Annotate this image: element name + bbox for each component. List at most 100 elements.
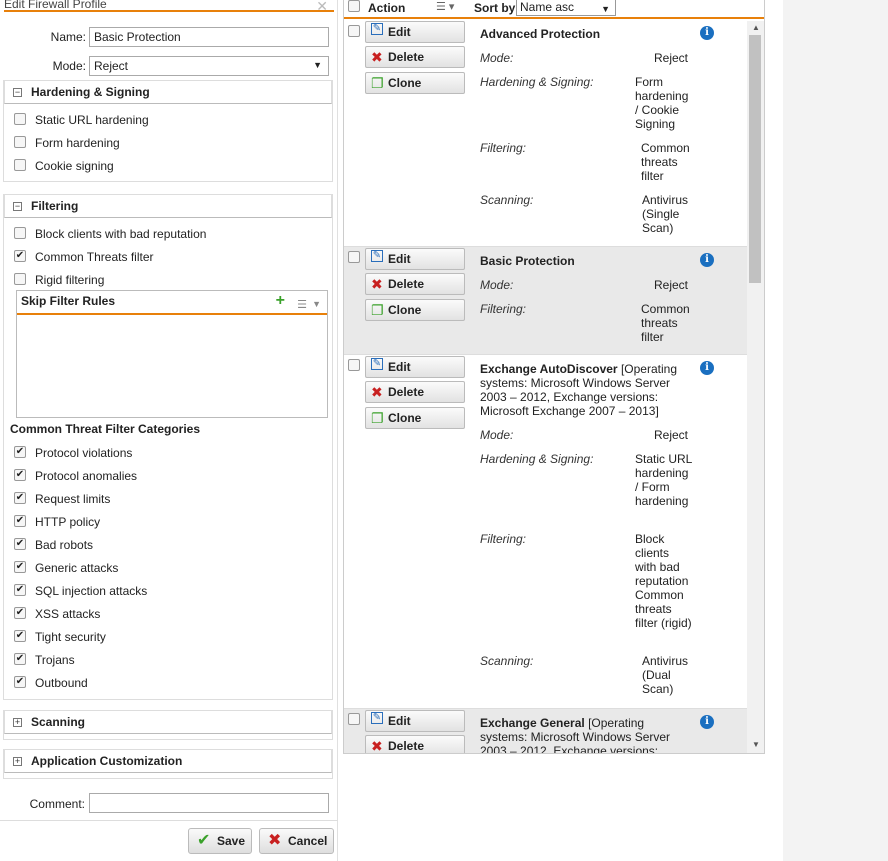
close-icon[interactable]: ✕ — [316, 0, 328, 16]
checkbox-label: SQL injection attacks — [35, 584, 148, 598]
prop-label: Scanning: — [480, 654, 534, 668]
delete-label: Delete — [388, 50, 425, 64]
checkbox-label: Form hardening — [35, 136, 120, 150]
checkbox-checked-icon[interactable]: ✔ — [14, 653, 26, 665]
scroll-thumb[interactable] — [749, 35, 761, 283]
list-icon[interactable]: ☰ ▾ — [436, 0, 454, 13]
list-icon[interactable]: ☰ — [297, 295, 307, 315]
checkbox-checked-icon[interactable]: ✔ — [14, 676, 26, 688]
clone-icon: ❐ — [371, 75, 384, 91]
checkbox-checked-icon[interactable]: ✔ — [14, 584, 26, 596]
action-column-header: Action — [368, 1, 406, 15]
app-customization-title: Application Customization — [31, 754, 183, 768]
cancel-button[interactable]: ✖ Cancel — [259, 828, 334, 854]
add-icon[interactable]: + — [276, 291, 285, 311]
checkbox-checked-icon[interactable]: ✔ — [14, 446, 26, 458]
categories-title: Common Threat Filter Categories — [10, 422, 201, 436]
firewall-profiles-grid: Action ☰ ▾ Sort by: Name asc ▼ ✎ Edit ✖ … — [343, 0, 765, 754]
mode-select[interactable]: Reject ▼ — [89, 56, 329, 76]
edit-label: Edit — [388, 360, 411, 374]
prop-value: Form hardening / Cookie Signing — [635, 75, 689, 131]
prop-label: Hardening & Signing: — [480, 452, 594, 466]
divider — [0, 820, 338, 821]
checkbox-checked-icon[interactable]: ✔ — [14, 250, 26, 262]
edit-label: Edit — [388, 25, 411, 39]
checkbox-checked-icon[interactable]: ✔ — [14, 607, 26, 619]
edit-icon: ✎ — [371, 358, 383, 370]
clone-button[interactable]: ❐ Clone — [365, 72, 465, 94]
edit-button[interactable]: ✎ Edit — [365, 248, 465, 270]
delete-button[interactable]: ✖ Delete — [365, 46, 465, 68]
clone-icon: ❐ — [371, 410, 384, 426]
skip-filter-rules-header: Skip Filter Rules + ☰ ▼ — [17, 291, 327, 315]
scroll-down-icon[interactable]: ▼ — [752, 740, 760, 749]
hardening-header[interactable]: − Hardening & Signing — [4, 80, 332, 104]
clone-button[interactable]: ❐ Clone — [365, 299, 465, 321]
grid-body: ✎ Edit ✖ Delete ❐ Clone Advanced Protect… — [344, 21, 747, 753]
edit-button[interactable]: ✎ Edit — [365, 710, 465, 732]
clone-icon: ❐ — [371, 302, 384, 318]
row-checkbox[interactable] — [348, 713, 360, 725]
info-icon[interactable]: i — [700, 361, 714, 375]
profile-name[interactable]: Advanced Protection — [480, 27, 700, 41]
edit-button[interactable]: ✎ Edit — [365, 21, 465, 43]
profile-name-block[interactable]: Exchange General [Operating systems: Mic… — [480, 716, 690, 753]
row-checkbox[interactable] — [348, 25, 360, 37]
save-button[interactable]: ✔ Save — [188, 828, 252, 854]
profile-name: Exchange AutoDiscover — [480, 362, 618, 376]
prop-value: Antivirus (Dual Scan) — [642, 654, 689, 696]
checkbox-icon[interactable] — [14, 136, 26, 148]
sort-select[interactable]: Name asc ▼ — [516, 0, 616, 16]
profile-name[interactable]: Basic Protection — [480, 254, 700, 268]
info-icon[interactable]: i — [700, 253, 714, 267]
grid-scrollbar[interactable]: ▲ ▼ — [747, 21, 764, 753]
select-all-checkbox[interactable] — [348, 0, 360, 12]
checkbox-checked-icon[interactable]: ✔ — [14, 515, 26, 527]
collapse-icon[interactable]: − — [13, 88, 22, 97]
chevron-down-icon[interactable]: ▼ — [312, 294, 321, 314]
row-checkbox[interactable] — [348, 251, 360, 263]
scroll-up-icon[interactable]: ▲ — [752, 23, 760, 32]
checkbox-icon[interactable] — [14, 159, 26, 171]
sort-by-label: Sort by: — [474, 1, 520, 15]
row-checkbox[interactable] — [348, 359, 360, 371]
filtering-header[interactable]: − Filtering — [4, 194, 332, 218]
app-customization-fieldset: + Application Customization — [3, 749, 333, 779]
expand-icon[interactable]: + — [13, 718, 22, 727]
name-label: Name: — [50, 30, 86, 44]
checkbox-icon[interactable] — [14, 113, 26, 125]
prop-label: Scanning: — [480, 193, 534, 207]
prop-value: Block clients with bad reputation Common… — [635, 532, 692, 630]
scanning-header[interactable]: + Scanning — [4, 710, 332, 734]
checkbox-checked-icon[interactable]: ✔ — [14, 538, 26, 550]
sort-value: Name asc — [520, 0, 575, 14]
delete-label: Delete — [388, 385, 425, 399]
filtering-fieldset: − Filtering Block clients with bad reput… — [3, 194, 333, 700]
checkbox-checked-icon[interactable]: ✔ — [14, 630, 26, 642]
clone-button[interactable]: ❐ Clone — [365, 407, 465, 429]
checkbox-checked-icon[interactable]: ✔ — [14, 492, 26, 504]
info-icon[interactable]: i — [700, 26, 714, 40]
app-customization-header[interactable]: + Application Customization — [4, 749, 332, 773]
dropdown-arrow-icon: ▼ — [313, 60, 322, 70]
edit-button[interactable]: ✎ Edit — [365, 356, 465, 378]
delete-icon: ✖ — [371, 384, 383, 400]
checkbox-label: Static URL hardening — [35, 113, 149, 127]
delete-button[interactable]: ✖ Delete — [365, 381, 465, 403]
expand-icon[interactable]: + — [13, 757, 22, 766]
delete-button[interactable]: ✖ Delete — [365, 735, 465, 753]
info-icon[interactable]: i — [700, 715, 714, 729]
collapse-icon[interactable]: − — [13, 202, 22, 211]
checkbox-icon[interactable] — [14, 227, 26, 239]
profile-name-block[interactable]: Exchange AutoDiscover [Operating systems… — [480, 362, 690, 418]
delete-button[interactable]: ✖ Delete — [365, 273, 465, 295]
name-input[interactable] — [89, 27, 329, 47]
checkbox-icon[interactable] — [14, 273, 26, 285]
edit-icon: ✎ — [371, 250, 383, 262]
table-row: ✎ Edit ✖ Delete ❐ Clone Advanced Protect… — [344, 21, 747, 247]
hardening-title: Hardening & Signing — [31, 85, 150, 99]
checkbox-checked-icon[interactable]: ✔ — [14, 561, 26, 573]
comment-input[interactable] — [89, 793, 329, 813]
checkbox-checked-icon[interactable]: ✔ — [14, 469, 26, 481]
comment-label: Comment: — [29, 797, 85, 811]
